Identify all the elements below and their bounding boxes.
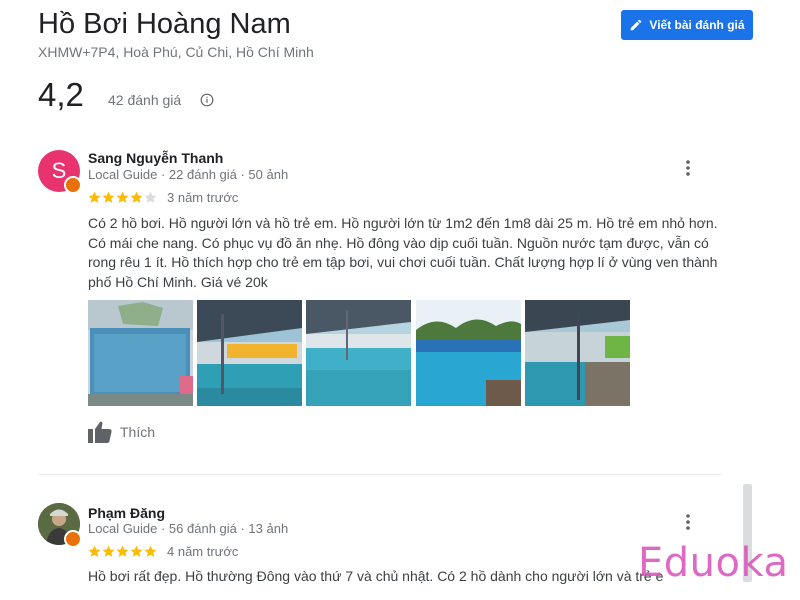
star-icon: [130, 191, 143, 203]
review-photo[interactable]: [88, 300, 193, 406]
watermark-logo: Eduoka: [638, 540, 789, 586]
pencil-icon: [631, 19, 642, 31]
star-icon: [88, 545, 101, 557]
overall-rating: 4,2: [38, 76, 84, 113]
more-vert-icon[interactable]: [681, 513, 695, 531]
review-text: Hồ bơi rất đẹp. Hồ thường Đông vào thứ 7…: [88, 568, 663, 584]
star-icon: [116, 191, 129, 203]
place-address: XHMW+7P4, Hoà Phú, Củ Chi, Hồ Chí Minh: [38, 44, 314, 60]
review-photo[interactable]: [416, 300, 521, 406]
review-time: 3 năm trước: [167, 190, 239, 205]
star-icon: [144, 545, 157, 557]
local-guide-badge-icon: [64, 176, 82, 194]
like-button[interactable]: Thích: [88, 421, 155, 443]
reviewer-meta: Local Guide · 56 đánh giá · 13 ảnh: [88, 521, 289, 536]
star-icon: [130, 545, 143, 557]
reviewer-name[interactable]: Sang Nguyễn Thanh: [88, 150, 223, 166]
review-time: 4 năm trước: [167, 544, 239, 559]
place-title: Hồ Bơi Hoàng Nam: [38, 8, 291, 40]
review-photo[interactable]: [197, 300, 302, 406]
review-divider: [38, 474, 722, 475]
star-icon: [88, 191, 101, 203]
review-photo[interactable]: [525, 300, 630, 406]
review-stars: [88, 545, 157, 558]
like-label: Thích: [120, 424, 156, 440]
write-review-button[interactable]: Viết bài đánh giá: [621, 10, 753, 40]
info-icon[interactable]: [200, 93, 214, 107]
star-icon: [102, 545, 115, 557]
star-icon: [102, 191, 115, 203]
review-photo[interactable]: [306, 300, 411, 406]
reviewer-meta: Local Guide · 22 đánh giá · 50 ảnh: [88, 167, 289, 182]
star-icon: [144, 191, 157, 203]
review-stars: [88, 191, 157, 204]
reviewer-name[interactable]: Phạm Đăng: [88, 505, 165, 521]
review-count: 42 đánh giá: [108, 92, 182, 108]
thumbs-up-icon: [88, 421, 112, 443]
star-icon: [116, 545, 129, 557]
review-text: Có 2 hồ bơi. Hồ người lớn và hồ trẻ em. …: [88, 215, 718, 290]
write-review-label: Viết bài đánh giá: [649, 18, 745, 32]
local-guide-badge-icon: [64, 530, 82, 548]
more-vert-icon[interactable]: [681, 159, 695, 177]
